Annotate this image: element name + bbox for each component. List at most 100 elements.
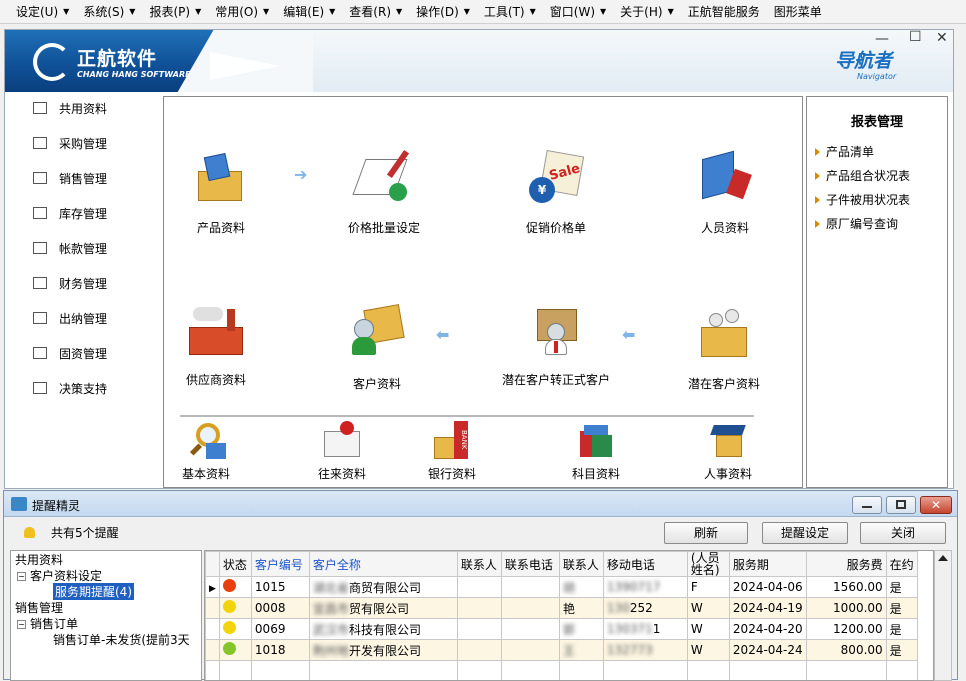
factory-icon — [187, 301, 245, 357]
reminder-titlebar[interactable]: 提醒精灵 ✕ — [4, 491, 957, 517]
node-promo-price[interactable]: Sale ¥ 促销价格单 — [526, 149, 586, 236]
row-pointer-icon: ▶ — [209, 584, 216, 594]
menu-item[interactable]: 设定(U) ▼ — [10, 1, 77, 23]
navigator-window: 正航软件 CHANG HANG SOFTWARE 导航者 Navigator —… — [4, 29, 954, 489]
bank-icon: BANK — [430, 421, 474, 461]
tree-node-sales[interactable]: 销售管理 — [15, 599, 63, 616]
menu-item[interactable]: 正航智能服务 — [682, 1, 768, 23]
navigator-logo: 导航者 — [835, 50, 893, 72]
arrow-left-icon: ⬅ — [622, 325, 636, 344]
books-icon — [574, 421, 618, 461]
dropdown-arrow-icon: ▼ — [129, 7, 136, 16]
building-icon — [33, 347, 47, 359]
node-bank[interactable]: BANK 银行资料 — [428, 421, 476, 482]
node-staff[interactable]: 人员资料 — [696, 149, 754, 236]
table-row[interactable]: ▶ 1015 湖北省商贸有限公司胡 1390717 F 2024-04-06 1560.00… — [205, 576, 918, 598]
report-link[interactable]: 原厂编号查询 — [815, 215, 898, 232]
sale-tag-icon: Sale ¥ — [527, 149, 585, 205]
sidebar-item[interactable]: 库存管理 — [33, 203, 107, 223]
menu-item[interactable]: 查看(R) ▼ — [343, 1, 410, 23]
dropdown-arrow-icon: ▼ — [263, 7, 270, 16]
node-contacts[interactable]: 往来资料 — [318, 421, 366, 482]
minimize-icon[interactable]: — — [875, 31, 889, 47]
grad-cap-icon — [706, 421, 750, 461]
close-icon[interactable]: ✕ — [936, 30, 948, 46]
menu-item[interactable]: 编辑(E) ▼ — [277, 1, 343, 23]
bell-icon — [24, 527, 35, 538]
grid-scrollbar[interactable] — [934, 550, 952, 681]
sidebar-item[interactable]: 出纳管理 — [33, 308, 107, 328]
menu-item[interactable]: 操作(D) ▼ — [410, 1, 478, 23]
tree-node-unshipped[interactable]: 销售订单-未发货(提前3天 — [53, 631, 190, 648]
report-link[interactable]: 产品组合状况表 — [815, 167, 910, 184]
yen-icon — [33, 312, 47, 324]
close-window-button[interactable]: ✕ — [920, 496, 952, 514]
collapse-icon[interactable]: − — [17, 572, 26, 581]
briefcase-person-icon — [527, 301, 585, 357]
reminder-count: 共有5个提醒 — [24, 524, 119, 541]
table-row[interactable]: 0008 宜昌市贸有限公司艳 130252 W 2024-04-19 1000.00 是 — [205, 597, 918, 619]
reminder-window: 提醒精灵 ✕ 共有5个提醒 刷新 提醒设定 关闭 共用资料 − 客户资料设定 服务… — [3, 490, 958, 681]
flow-panel: 产品资料 ➔ 价格批量设定 Sale ¥ 促销价格单 人员资料 供应商资料 客户… — [163, 96, 803, 488]
sidebar-item[interactable]: 决策支持 — [33, 378, 107, 398]
node-price-batch[interactable]: 价格批量设定 — [348, 149, 420, 236]
menu-item[interactable]: 报表(P) ▼ — [143, 1, 209, 23]
report-link[interactable]: 产品清单 — [815, 143, 874, 160]
tree-node-customer-settings[interactable]: − 客户资料设定 — [17, 567, 102, 584]
node-hr[interactable]: 人事资料 — [704, 421, 752, 482]
menu-item[interactable]: 窗口(W) ▼ — [544, 1, 614, 23]
maximize-icon[interactable]: ☐ — [909, 29, 922, 45]
table-row[interactable]: 0069 武汉市科技有限公司郭 1303711 W 2024-04-20 1200.00 是 — [205, 618, 918, 640]
flow-divider — [180, 415, 754, 417]
ledger-icon — [33, 242, 47, 254]
sidebar-item[interactable]: 固资管理 — [33, 343, 107, 363]
node-basic-data[interactable]: 基本资料 — [182, 421, 230, 482]
brand-subtitle: CHANG HANG SOFTWARE — [77, 70, 191, 79]
minimize-button[interactable] — [852, 496, 882, 514]
refresh-button[interactable]: 刷新 — [664, 522, 748, 544]
people-box-icon — [695, 305, 753, 361]
arrow-left-icon: ⬅ — [436, 325, 450, 344]
sidebar-item[interactable]: 财务管理 — [33, 273, 107, 293]
table-row[interactable]: 1018 荆州地开发有限公司王 132773 W 2024-04-24 800.00 是 — [205, 639, 918, 661]
tree-node-service-reminder[interactable]: 服务期提醒(4) — [53, 583, 134, 600]
app-icon — [11, 497, 27, 511]
bullet-arrow-icon — [815, 219, 820, 228]
menu-item[interactable]: 常用(O) ▼ — [209, 1, 277, 23]
menu-item[interactable]: 系统(S) ▼ — [77, 1, 143, 23]
close-button[interactable]: 关闭 — [860, 522, 946, 544]
sidebar-item[interactable]: 采购管理 — [33, 133, 107, 153]
dropdown-arrow-icon: ▼ — [195, 7, 202, 16]
magnifier-icon — [184, 421, 228, 461]
dropdown-arrow-icon: ▼ — [396, 7, 403, 16]
node-customer[interactable]: 客户资料 — [348, 304, 406, 392]
mail-envelope-icon — [320, 421, 364, 461]
reminder-settings-button[interactable]: 提醒设定 — [762, 522, 848, 544]
node-supplier[interactable]: 供应商资料 — [186, 301, 246, 388]
sidebar-item[interactable]: 帐款管理 — [33, 238, 107, 258]
node-accounts[interactable]: 科目资料 — [572, 421, 620, 482]
node-convert-prospect[interactable]: 潜在客户转正式客户 — [502, 301, 610, 388]
product-box-icon — [192, 149, 250, 205]
node-prospect[interactable]: 潜在客户资料 — [688, 305, 760, 392]
menu-item[interactable]: 关于(H) ▼ — [614, 1, 682, 23]
report-link[interactable]: 子件被用状况表 — [815, 191, 910, 208]
menu-item[interactable]: 图形菜单 — [768, 1, 830, 23]
customer-icon — [348, 304, 406, 361]
tree-node-sales-order[interactable]: − 销售订单 — [17, 615, 78, 632]
status-dot-icon — [222, 621, 236, 634]
warehouse-icon — [33, 207, 47, 219]
sidebar-item[interactable]: 销售管理 — [33, 168, 107, 188]
restore-button[interactable] — [886, 496, 916, 514]
chart-icon — [33, 382, 47, 394]
sidebar-item[interactable]: 共用资料 — [33, 98, 107, 118]
finance-icon — [33, 277, 47, 289]
arrow-right-icon: ➔ — [294, 165, 308, 184]
tree-node-common[interactable]: 共用资料 — [15, 551, 63, 568]
report-panel: 报表管理 产品清单产品组合状况表 子件被用状况表 原厂编号查询 — [806, 96, 948, 488]
menu-item[interactable]: 工具(T) ▼ — [478, 1, 544, 23]
report-panel-title: 报表管理 — [850, 115, 903, 130]
collapse-icon[interactable]: − — [17, 620, 26, 629]
cart-icon — [33, 137, 47, 149]
node-product[interactable]: 产品资料 — [192, 149, 250, 236]
